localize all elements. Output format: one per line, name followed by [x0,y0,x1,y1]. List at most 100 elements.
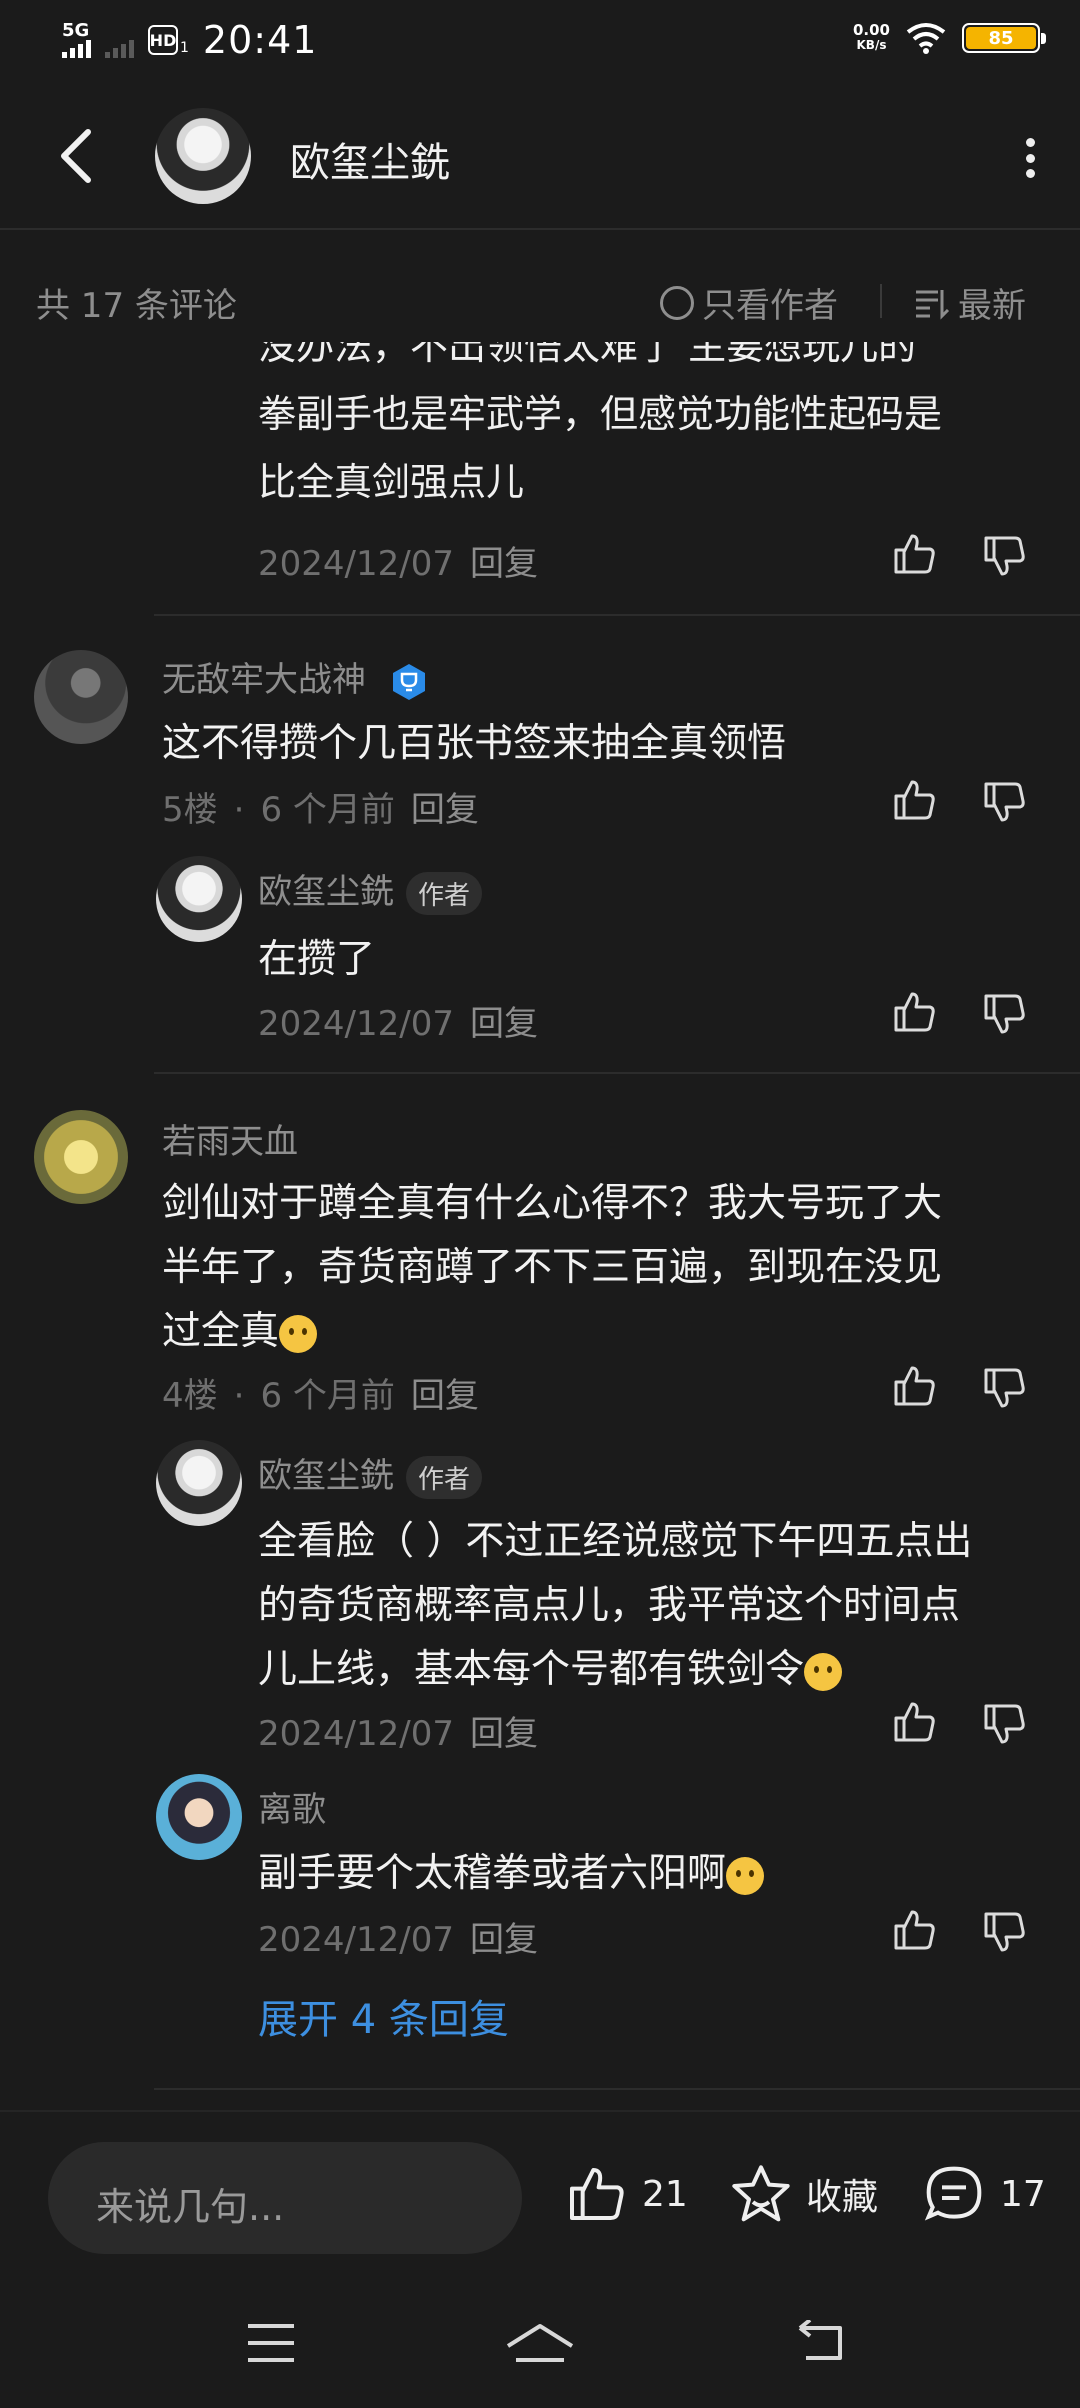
comment-filter-bar: 共 17 条评论 只看作者 最新 [0,262,1080,342]
dislike-icon[interactable] [980,1908,1028,1956]
comment-input[interactable]: 来说几句... [48,2142,522,2254]
divider [154,614,1080,616]
text-line: 的奇货商概率高点儿，我平常这个时间点 [258,1583,961,1628]
author-badge: 作者 [406,872,483,915]
comment-text: 没办法，不出领悟太难了 主要想玩儿的 拳副手也是牢武学，但感觉功能性起码是 比全… [258,342,1028,516]
system-nav-bar [0,2290,1080,2408]
user-avatar[interactable] [156,1440,242,1526]
only-author-toggle[interactable]: 只看作者 [660,278,838,327]
smile-emoji-icon [726,1856,765,1895]
comment-bubble-icon [924,2166,982,2221]
star-icon [732,2165,790,2222]
hd-sub: 1 [180,40,189,56]
radio-icon [660,285,694,320]
back-nav-icon[interactable] [796,2320,852,2366]
hd-icon: HD [148,25,178,55]
comment-date: 2024/12/07 [258,1920,454,1960]
dislike-icon[interactable] [980,532,1028,580]
floor-number: 5楼 [162,790,218,830]
text-line: 没办法，不出领悟太难了 主要想玩儿的 [258,342,917,368]
comment-text: 在攒了 [258,937,376,982]
user-name: 若雨天血 [162,1122,298,1162]
like-icon[interactable] [890,988,938,1036]
comment-count-badge: 17 [1000,2173,1046,2215]
user-name: 欧玺尘銑 [258,872,394,912]
back-icon[interactable] [56,126,96,186]
user-name: 欧玺尘銑 [258,1456,394,1496]
user-avatar[interactable] [34,1110,128,1204]
dislike-icon[interactable] [980,1364,1028,1412]
text-line: 剑仙对于蹲全真有什么心得不？我大号玩了大 [162,1181,943,1226]
comment-user[interactable]: 无敌牢大战神 [162,652,429,702]
like-icon[interactable] [890,776,938,824]
more-icon[interactable] [1020,138,1040,178]
reply-button[interactable]: 回复 [411,790,479,830]
menu-icon[interactable] [244,2320,298,2366]
like-count: 21 [642,2173,688,2215]
text-line: 儿上线，基本每个号都有铁剑令 [258,1647,805,1692]
user-avatar[interactable] [156,856,242,942]
like-icon[interactable] [890,1698,938,1746]
comment-user[interactable]: 离歌 [258,1782,326,1831]
emoji-icon [279,1314,318,1353]
reply-button[interactable]: 回复 [470,1004,538,1044]
comment-meta: 2024/12/07 回复 [258,536,538,585]
dislike-icon[interactable] [980,990,1028,1038]
user-avatar[interactable] [156,1774,242,1860]
user-name: 离歌 [258,1790,326,1830]
sort-label: 最新 [958,286,1026,326]
text-line: 副手要个太稽拳或者六阳啊 [258,1851,727,1896]
wifi-icon [906,23,946,54]
speed-unit: KB/s [856,38,887,52]
home-icon[interactable] [504,2320,576,2370]
comment-time: 6 个月前 [260,1376,395,1416]
dislike-icon[interactable] [980,778,1028,826]
text-line: 过全真 [162,1309,280,1354]
top-header: 欧玺尘銑 [0,84,1080,230]
reply-button[interactable]: 回复 [470,1920,538,1960]
like-icon[interactable] [890,1362,938,1410]
network-type: 5G [62,20,90,41]
trophy-badge-icon [392,663,425,700]
like-icon[interactable] [890,530,938,578]
only-author-label: 只看作者 [702,286,838,326]
reply-button[interactable]: 回复 [470,544,538,584]
comment-text: 副手要个太稽拳或者六阳啊 [258,1842,765,1906]
comment-count: 共 17 条评论 [36,286,237,326]
author-avatar[interactable] [155,108,251,204]
comment-date: 2024/12/07 [258,544,454,584]
comment-meta: 2024/12/07 回复 [258,996,538,1045]
like-post-button[interactable]: 21 [562,2162,688,2226]
text-line: 半年了，奇货商蹲了不下三百遍，到现在没见 [162,1245,943,1290]
reply-button[interactable]: 回复 [470,1714,538,1754]
comment-text: 全看脸（ ）不过正经说感觉下午四五点出 的奇货商概率高点儿，我平常这个时间点 儿… [258,1510,1048,1702]
reply-button[interactable]: 回复 [411,1376,479,1416]
author-badge: 作者 [406,1456,483,1499]
comments-button[interactable]: 17 [920,2162,1046,2226]
expand-replies-link[interactable]: 展开 4 条回复 [258,1987,509,2045]
text-line: 拳副手也是牢武学，但感觉功能性起码是 [258,392,943,436]
sort-icon [916,289,950,320]
comment-user[interactable]: 欧玺尘銑 作者 [258,1448,483,1499]
comment-meta: 5楼 · 6 个月前 回复 [162,790,479,830]
comment-meta: 2024/12/07 回复 [258,1912,538,1961]
like-icon[interactable] [890,1906,938,1954]
divider [880,284,882,318]
battery-level: 85 [966,27,1036,49]
status-bar: 5G HD 1 20:41 0.00 KB/s 85 [0,0,1080,84]
comment-meta: 4楼 · 6 个月前 回复 [162,1376,479,1416]
comment-text: 这不得攒个几百张书签来抽全真领悟 [162,721,787,766]
user-name: 无敌牢大战神 [162,660,366,700]
comment-meta: 2024/12/07 回复 [258,1706,538,1755]
favorite-button[interactable]: 收藏 [728,2162,878,2226]
comment-list: 没办法，不出领悟太难了 主要想玩儿的 拳副手也是牢武学，但感觉功能性起码是 比全… [0,342,1080,2110]
dislike-icon[interactable] [980,1700,1028,1748]
signal-2-icon [105,40,134,58]
comment-user[interactable]: 若雨天血 [162,1114,298,1163]
comment-date: 2024/12/07 [258,1004,454,1044]
user-avatar[interactable] [34,650,128,744]
page-title[interactable]: 欧玺尘銑 [290,130,450,188]
comment-user[interactable]: 欧玺尘銑 作者 [258,864,483,915]
thinking-emoji-icon [804,1652,843,1691]
sort-button[interactable]: 最新 [914,278,1026,327]
